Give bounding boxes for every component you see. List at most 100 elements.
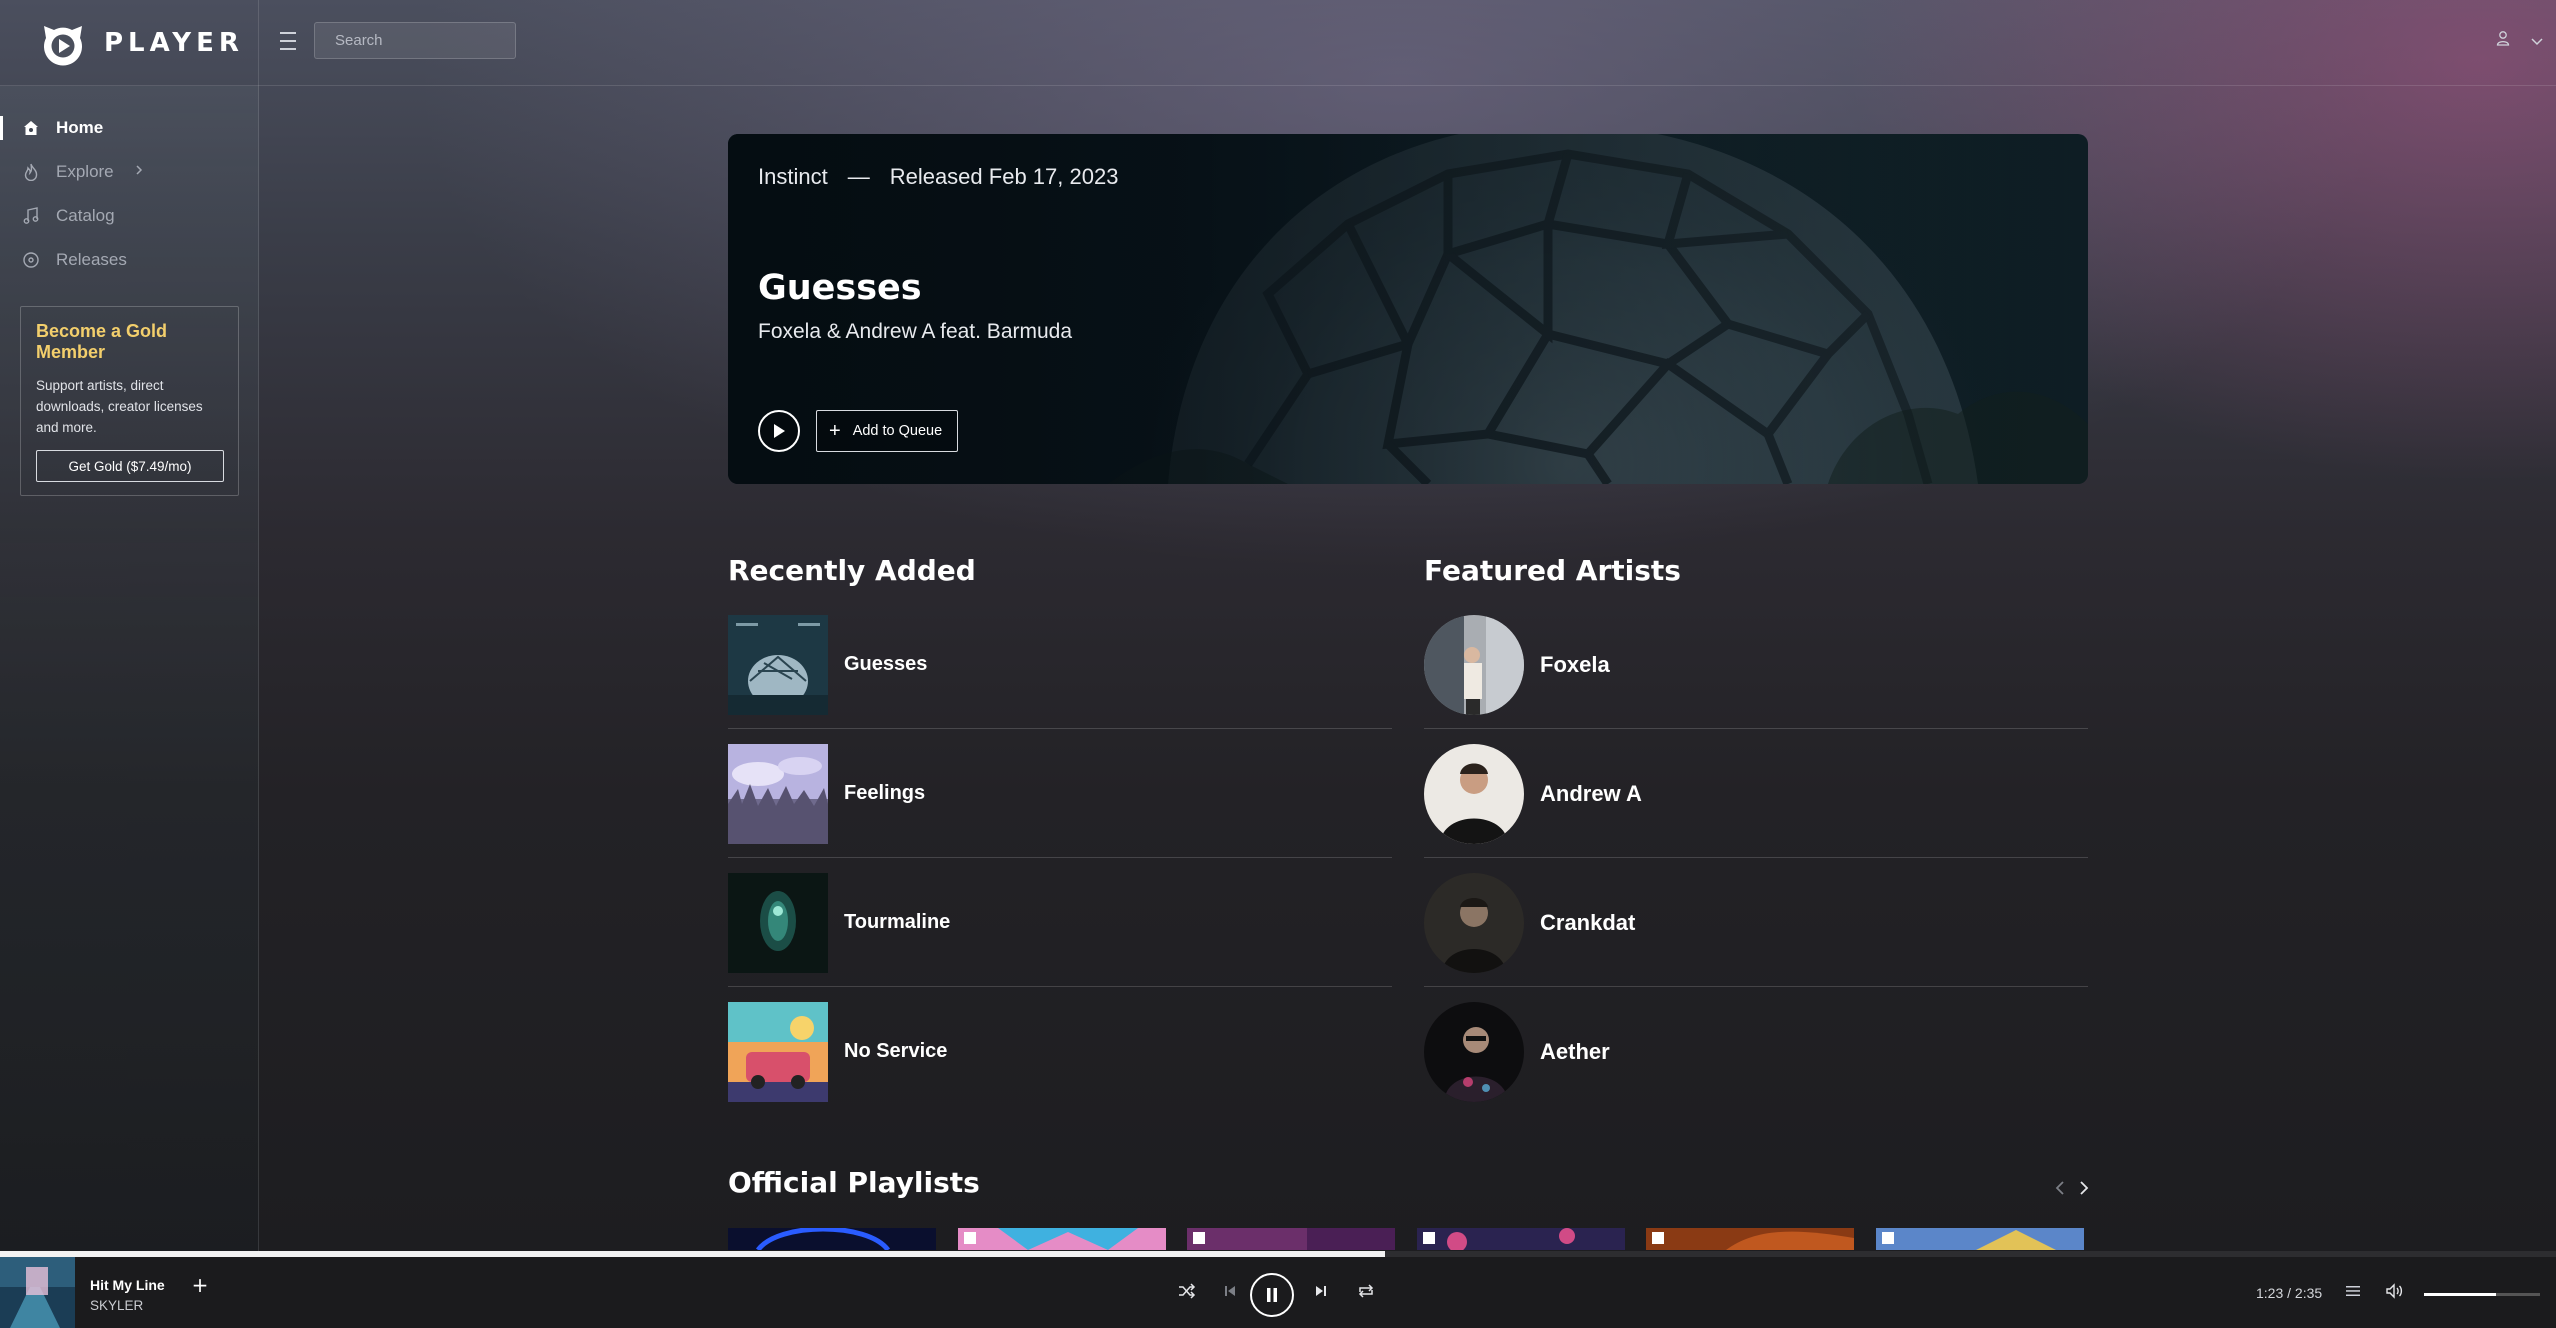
hero-banner[interactable]: Instinct — Released Feb 17, 2023 Guesses… (728, 134, 2088, 484)
hero-label: Instinct (758, 164, 828, 189)
sidebar-item-home[interactable]: Home (0, 108, 258, 148)
list-item[interactable]: Foxela (1424, 600, 2088, 729)
playlist-card[interactable] (1876, 1228, 2084, 1250)
sidebar: Home Explore Catalog Releases Become a G… (0, 86, 259, 1251)
skip-back-icon (1225, 1286, 1235, 1296)
carousel-next-button[interactable] (2074, 1176, 2094, 1200)
release-name: Guesses (844, 653, 928, 675)
artist-avatar (1424, 872, 1524, 973)
release-cover (728, 1001, 828, 1102)
player-logo-icon (38, 20, 88, 66)
add-to-queue-button[interactable]: + Add to Queue (816, 410, 958, 452)
now-playing-title[interactable]: Hit My Line (90, 1277, 165, 1293)
artist-name: Andrew A (1540, 780, 1642, 806)
gold-description: Support artists, direct downloads, creat… (36, 378, 203, 435)
list-item[interactable]: Andrew A (1424, 729, 2088, 858)
hamburger-menu-icon[interactable] (276, 26, 300, 56)
volume-icon (2386, 1283, 2403, 1299)
playlist-card[interactable] (728, 1228, 936, 1250)
release-cover (728, 614, 828, 715)
logo[interactable]: PLAYER (38, 20, 239, 66)
recently-added-title: Recently Added (728, 554, 976, 587)
flame-icon (22, 163, 40, 181)
artist-avatar (1424, 614, 1524, 715)
playlist-card[interactable] (958, 1228, 1166, 1250)
sidebar-item-label: Home (56, 118, 104, 137)
search-input[interactable] (314, 22, 516, 59)
list-item[interactable]: No Service (728, 987, 1392, 1116)
previous-button[interactable] (1218, 1279, 1242, 1303)
list-item[interactable]: Aether (1424, 987, 2088, 1116)
sidebar-item-label: Explore (56, 162, 114, 181)
pause-icon (1267, 1288, 1277, 1302)
artist-name: Aether (1540, 1038, 1610, 1064)
now-playing-artist[interactable]: SKYLER (90, 1298, 143, 1313)
skip-forward-icon (1316, 1286, 1326, 1296)
artist-name: Foxela (1540, 651, 1610, 677)
release-name: Tourmaline (844, 911, 951, 933)
artist-name: Crankdat (1540, 909, 1636, 935)
add-to-queue-label: Add to Queue (852, 423, 943, 439)
playlist-card[interactable] (1187, 1228, 1395, 1250)
playlist-carousel (728, 1228, 2088, 1250)
hero-meta: Instinct — Released Feb 17, 2023 (758, 164, 1118, 190)
artist-avatar (1424, 1001, 1524, 1102)
list-item[interactable]: Crankdat (1424, 858, 2088, 987)
volume-slider-fill (2424, 1293, 2496, 1296)
playlist-card[interactable] (1417, 1228, 1625, 1250)
release-name: No Service (844, 1040, 948, 1062)
chevron-down-icon (2530, 31, 2544, 50)
repeat-button[interactable] (1354, 1279, 1378, 1303)
play-pause-button[interactable] (1250, 1273, 1294, 1317)
hero-artists: Foxela & Andrew A feat. Barmuda (758, 320, 1073, 343)
list-item[interactable]: Tourmaline (728, 858, 1392, 987)
gold-membership-card: Become a Gold Member Support artists, di… (20, 306, 239, 496)
plus-icon: + (829, 420, 841, 442)
sidebar-item-catalog[interactable]: Catalog (0, 196, 258, 236)
featured-artists-title: Featured Artists (1424, 554, 1681, 587)
playback-time: 1:23 / 2:35 (2256, 1285, 2323, 1301)
list-item[interactable]: Feelings (728, 729, 1392, 858)
hero-separator: — (847, 164, 870, 189)
top-bar: PLAYER (0, 0, 2556, 86)
volume-slider[interactable] (2424, 1293, 2540, 1296)
user-menu[interactable] (2496, 28, 2544, 52)
queue-list-icon (2346, 1286, 2360, 1296)
list-item[interactable]: Guesses (728, 600, 1392, 729)
topbar-divider (258, 0, 259, 86)
queue-button[interactable] (2341, 1279, 2365, 1303)
repeat-icon (1358, 1284, 1374, 1298)
sidebar-item-explore[interactable]: Explore (0, 152, 258, 192)
add-to-playlist-plus-icon[interactable]: + (190, 1275, 210, 1295)
play-icon (774, 424, 785, 438)
music-note-icon (22, 207, 40, 225)
shuffle-icon (1179, 1283, 1196, 1299)
hero-play-button[interactable] (758, 410, 800, 452)
get-gold-button[interactable]: Get Gold ($7.49/mo) (36, 450, 224, 482)
chevron-left-icon (2055, 1181, 2064, 1195)
chevron-right-icon (134, 164, 144, 180)
now-playing-cover (0, 1257, 75, 1328)
shuffle-button[interactable] (1175, 1279, 1199, 1303)
gold-title: Become a Gold Member (36, 321, 168, 362)
volume-button[interactable] (2382, 1279, 2406, 1303)
next-button[interactable] (1309, 1279, 1333, 1303)
sidebar-item-label: Catalog (56, 206, 115, 225)
sidebar-item-releases[interactable]: Releases (0, 240, 258, 280)
carousel-prev-button[interactable] (2050, 1176, 2070, 1200)
home-icon (22, 119, 40, 137)
sidebar-item-label: Releases (56, 250, 127, 269)
hero-title: Guesses (758, 268, 922, 308)
official-playlists-title: Official Playlists (728, 1166, 980, 1199)
playlist-card[interactable] (1646, 1228, 1854, 1250)
user-icon (2496, 30, 2510, 50)
artist-avatar (1424, 743, 1524, 844)
player-bar: Hit My Line SKYLER + 1:23 / 2:35 (0, 1257, 2556, 1328)
release-name: Feelings (844, 782, 926, 804)
hero-release-date: Released Feb 17, 2023 (889, 164, 1119, 189)
release-cover (728, 743, 828, 844)
brand-name: PLAYER (104, 28, 244, 58)
release-cover (728, 872, 828, 973)
chevron-right-icon (2080, 1181, 2089, 1195)
disc-icon (22, 251, 40, 269)
